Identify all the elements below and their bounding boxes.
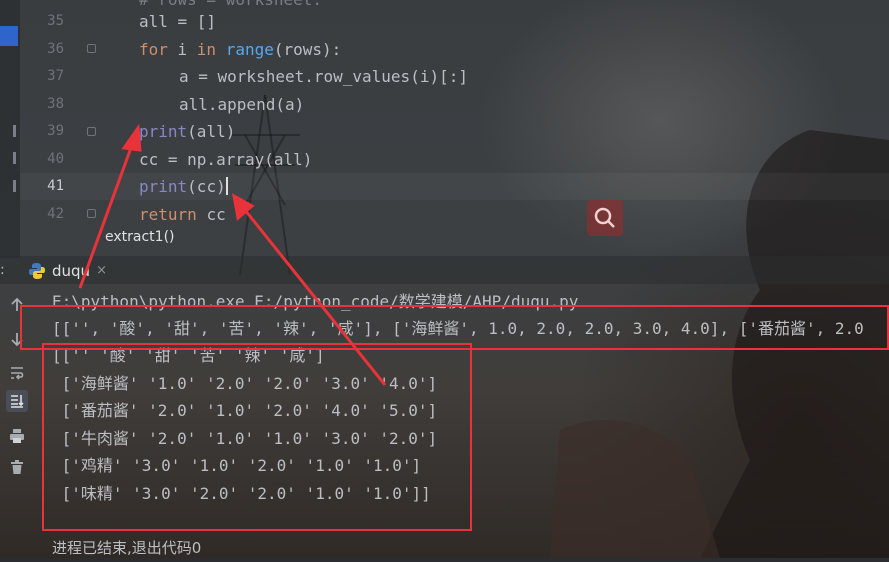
annotation-arrow-to-print-cc	[243, 209, 387, 386]
annotation-arrow-to-print-all	[78, 144, 134, 289]
annotation-arrows	[78, 123, 387, 386]
annotation-arrowhead	[121, 123, 142, 152]
